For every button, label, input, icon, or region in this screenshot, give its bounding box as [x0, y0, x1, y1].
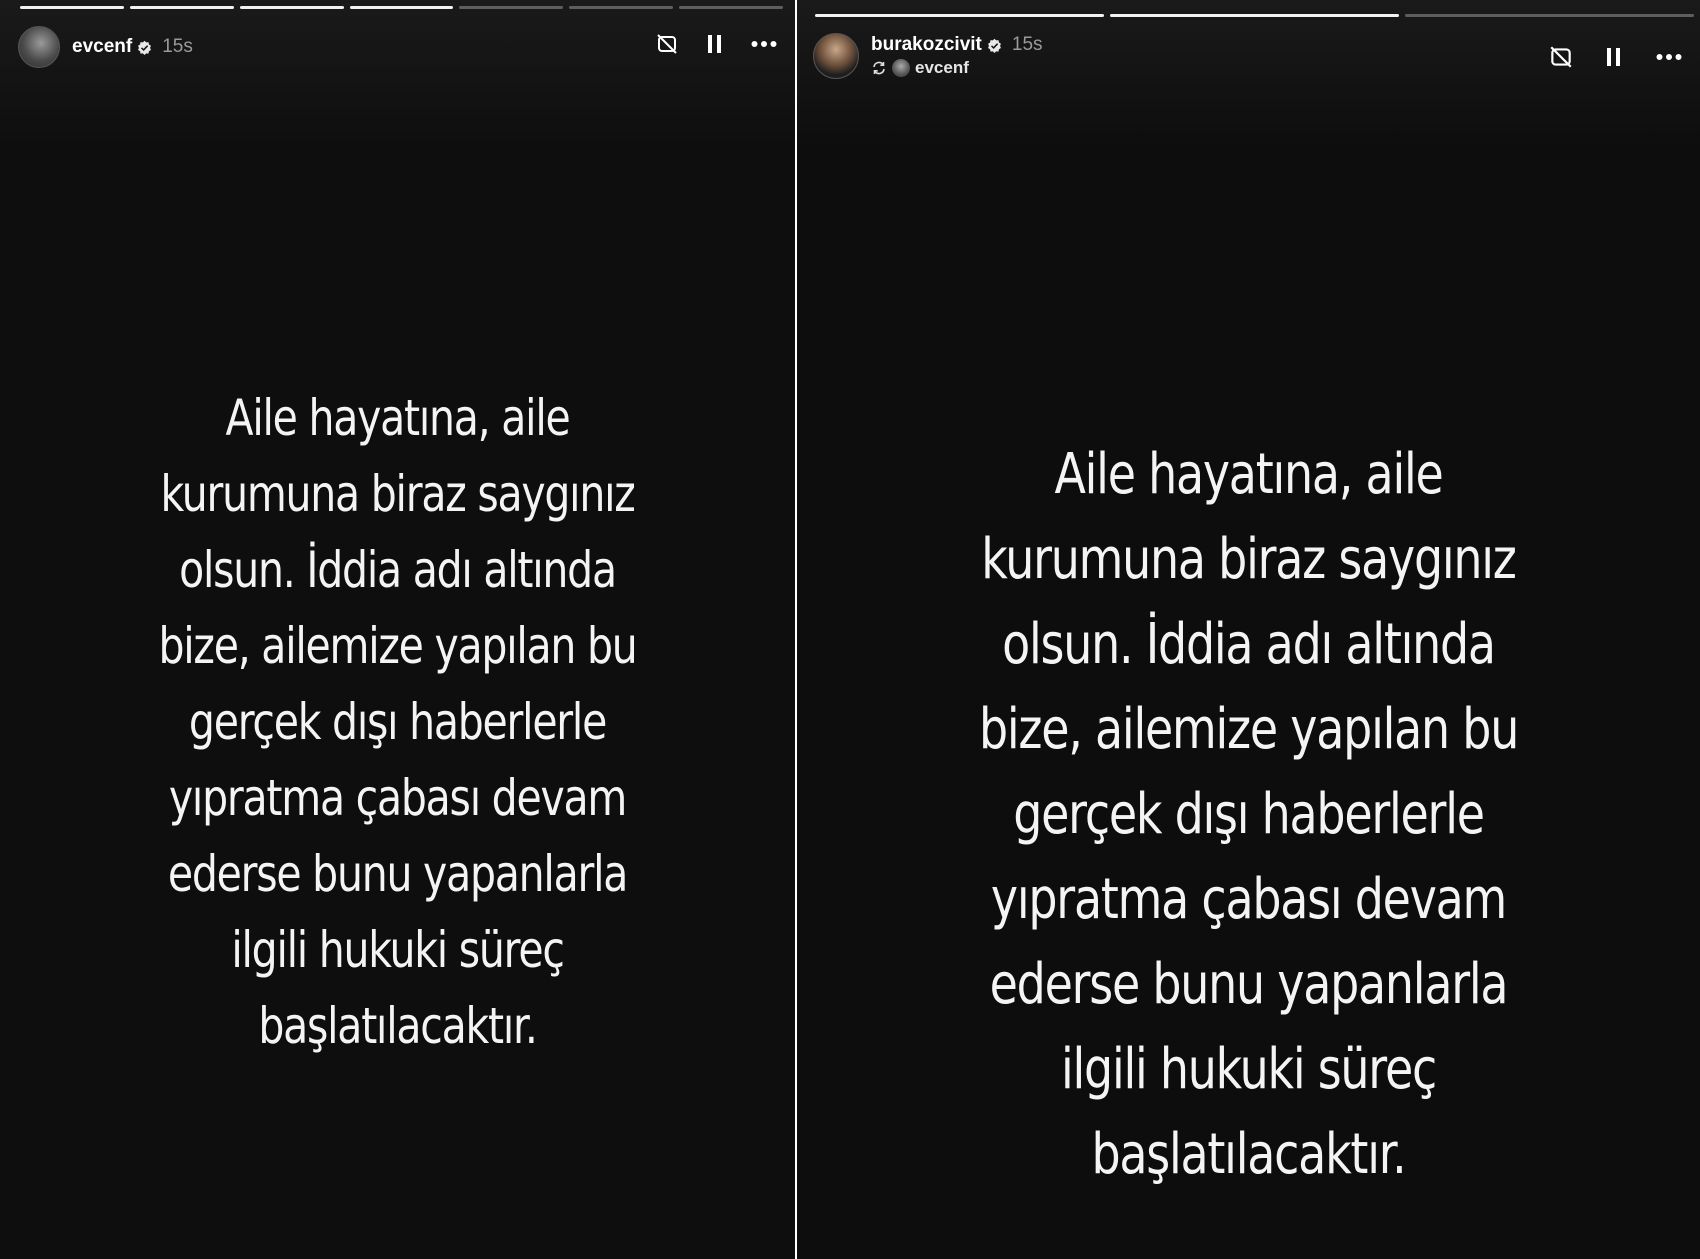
progress-segment	[1110, 14, 1399, 17]
repost-attribution[interactable]: evcenf	[871, 58, 1043, 78]
story-header: burakozcivit 15s evcenf	[813, 33, 1043, 79]
message-line: olsun. İddia adı altında	[179, 541, 617, 599]
message-line: bize, ailemize yapılan bu	[158, 617, 637, 675]
story-controls	[629, 32, 777, 56]
pause-icon	[708, 35, 721, 53]
message-line: başlatılacaktır.	[258, 997, 538, 1055]
progress-segment	[1405, 14, 1694, 17]
audio-muted-icon	[657, 34, 677, 54]
pause-icon	[1607, 48, 1620, 66]
avatar[interactable]	[813, 33, 859, 79]
message-line: yıpratma çabası devam	[990, 867, 1507, 932]
pause-button[interactable]	[705, 32, 725, 56]
progress-segment	[20, 6, 124, 9]
progress-segment	[459, 6, 564, 9]
progress-segment	[129, 6, 234, 9]
username[interactable]: evcenf	[72, 36, 132, 58]
message-line: ederse bunu yapanlarla	[989, 952, 1509, 1017]
header-gradient	[0, 0, 795, 150]
message-line: yıpratma çabası devam	[168, 769, 627, 827]
post-time: 15s	[1011, 34, 1043, 55]
repost-icon	[873, 61, 885, 75]
story-panel-burakozcivit[interactable]: burakozcivit 15s evcenf Aile hayatına, a…	[797, 0, 1700, 1259]
post-time: 15s	[162, 36, 193, 57]
audio-muted-icon	[1550, 46, 1572, 68]
progress-segment	[815, 14, 1104, 17]
message-line: kurumuna biraz saygınız	[160, 465, 635, 523]
progress-segment	[239, 6, 344, 9]
message-line: ederse bunu yapanlarla	[167, 845, 629, 903]
message-line: ilgili hukuki süreç	[1060, 1037, 1437, 1102]
message-line: Aile hayatına, aile	[225, 389, 571, 447]
more-icon	[751, 41, 777, 47]
mute-button[interactable]	[655, 32, 679, 56]
avatar[interactable]	[18, 26, 60, 68]
message-line: ilgili hukuki süreç	[231, 921, 565, 979]
verified-badge-icon	[987, 38, 1001, 53]
message-line: bize, ailemize yapılan bu	[978, 697, 1519, 762]
reposted-avatar	[892, 59, 910, 77]
pause-button[interactable]	[1604, 44, 1624, 70]
message-line: başlatılacaktır.	[1091, 1122, 1406, 1187]
more-options-button[interactable]	[1654, 53, 1684, 61]
reposted-username[interactable]: evcenf	[915, 58, 969, 78]
username[interactable]: burakozcivit	[871, 34, 982, 56]
story-message: Aile hayatına, aile kurumuna biraz saygı…	[72, 380, 724, 1064]
message-line: olsun. İddia adı altında	[1002, 612, 1496, 677]
story-controls	[1518, 44, 1684, 70]
progress-segment	[569, 6, 674, 9]
message-line: Aile hayatına, aile	[1054, 442, 1443, 507]
more-icon	[1656, 54, 1682, 60]
story-message: Aile hayatına, aile kurumuna biraz saygı…	[878, 432, 1618, 1197]
message-line: gerçek dışı haberlerle	[1013, 782, 1485, 847]
message-line: kurumuna biraz saygınız	[981, 527, 1517, 592]
story-header: evcenf 15s	[18, 26, 193, 68]
story-progress-bar	[815, 14, 1694, 17]
verified-badge-icon	[138, 40, 152, 55]
progress-segment	[349, 6, 454, 9]
story-progress-bar	[20, 6, 784, 9]
mute-button[interactable]	[1548, 44, 1574, 70]
more-options-button[interactable]	[751, 40, 777, 48]
story-panel-evcenf[interactable]: evcenf 15s Aile hayatına, aile kurumuna …	[0, 0, 795, 1259]
message-line: gerçek dışı haberlerle	[188, 693, 607, 751]
progress-segment	[679, 6, 784, 9]
